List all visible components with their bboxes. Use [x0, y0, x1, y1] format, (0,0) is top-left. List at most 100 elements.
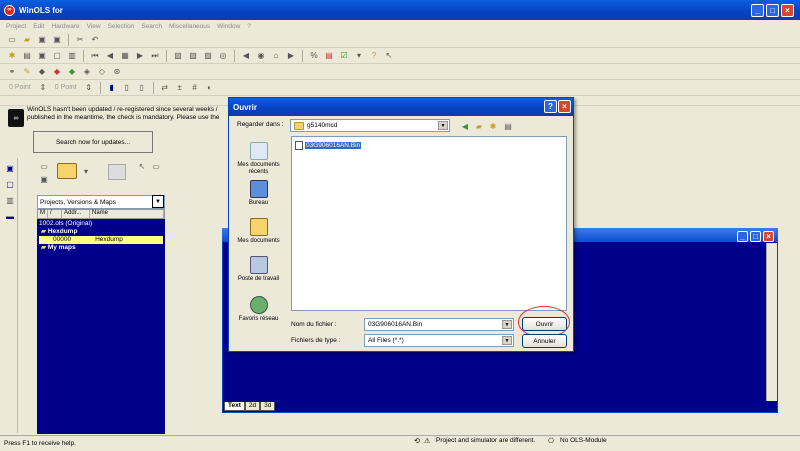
view-icon[interactable]: ▣: [4, 162, 16, 174]
tree-row-map[interactable]: 00000 Hexdump: [39, 236, 163, 244]
close-button[interactable]: ×: [781, 4, 794, 17]
cursor-icon[interactable]: ↖: [136, 160, 148, 172]
place-documents[interactable]: Mes documents: [235, 218, 282, 245]
bits-16-icon[interactable]: ▯: [121, 82, 133, 94]
window-icon[interactable]: ▢: [51, 50, 63, 62]
menu-search[interactable]: Search: [141, 23, 162, 30]
back-arrow-icon[interactable]: ◀: [459, 120, 471, 132]
column-slash[interactable]: /: [48, 210, 62, 218]
menu-help[interactable]: ?: [247, 23, 251, 30]
bits-32-icon[interactable]: ▯: [136, 82, 148, 94]
filetype-select[interactable]: All Files (*.*) ▼: [364, 334, 514, 347]
tab-2d[interactable]: 2d: [244, 402, 261, 411]
back-icon[interactable]: ◀: [240, 50, 252, 62]
tree-row-mymaps[interactable]: ▰ My maps: [39, 244, 163, 252]
dec-view-icon[interactable]: ▧: [187, 50, 199, 62]
compare-icon[interactable]: ▨: [202, 50, 214, 62]
menu-view[interactable]: View: [87, 23, 101, 30]
tag-multi-icon[interactable]: ◈: [81, 66, 93, 78]
checklist-icon[interactable]: ☑: [338, 50, 350, 62]
target-icon[interactable]: ◉: [255, 50, 267, 62]
percent-icon[interactable]: %: [308, 50, 320, 62]
spinner-icon[interactable]: ⇕: [83, 82, 95, 94]
tag-icon[interactable]: ◆: [36, 66, 48, 78]
save-icon[interactable]: ▣: [36, 34, 48, 46]
dialog-close-button[interactable]: ×: [558, 100, 571, 113]
export-project-icon[interactable]: [108, 164, 126, 180]
tag-go-icon[interactable]: ⊛: [111, 66, 123, 78]
prev-icon[interactable]: ◀: [104, 50, 116, 62]
signed-icon[interactable]: ±: [174, 82, 186, 94]
menu-project[interactable]: Project: [6, 23, 26, 30]
link-icon[interactable]: ⚭: [6, 66, 18, 78]
table-icon[interactable]: ▤: [323, 50, 335, 62]
minimize-button[interactable]: _: [751, 4, 764, 17]
chevron-down-icon[interactable]: ▼: [502, 320, 512, 329]
panel-icon[interactable]: ▥: [4, 194, 16, 206]
cancel-button[interactable]: Annuler: [522, 334, 567, 348]
disk-icon[interactable]: ▣: [36, 50, 48, 62]
menu-hardware[interactable]: Hardware: [51, 23, 79, 30]
maximize-button[interactable]: □: [766, 4, 779, 17]
column-m[interactable]: M: [38, 210, 48, 218]
tree-row-project[interactable]: 1002.ols (Original): [39, 220, 163, 228]
cut-icon[interactable]: ✂: [74, 34, 86, 46]
dialog-help-button[interactable]: ?: [544, 100, 557, 113]
help-icon[interactable]: ?: [368, 50, 380, 62]
undo-icon[interactable]: ↶: [89, 34, 101, 46]
home-icon[interactable]: ⌂: [270, 50, 282, 62]
tree-row-hexdump[interactable]: ▰ Hexdump: [39, 228, 163, 236]
point-button-2[interactable]: 0 Point: [52, 84, 80, 91]
chevron-down-icon[interactable]: ▼: [502, 336, 512, 345]
next-icon[interactable]: ▶: [134, 50, 146, 62]
place-recent[interactable]: Mes documents récents: [235, 142, 282, 176]
up-folder-icon[interactable]: ▰: [473, 120, 485, 132]
hilo-icon[interactable]: ⇄: [159, 82, 171, 94]
save-small-icon[interactable]: ▣: [38, 173, 50, 185]
page-icon[interactable]: ▭: [150, 160, 162, 172]
tag-clear-icon[interactable]: ◇: [96, 66, 108, 78]
org-icon[interactable]: ◐: [204, 82, 216, 94]
place-network[interactable]: Favoris réseau: [235, 296, 282, 323]
column-address[interactable]: Addr...: [62, 210, 90, 218]
menu-selection[interactable]: Selection: [108, 23, 135, 30]
marker-icon[interactable]: ✎: [21, 66, 33, 78]
open-project-icon[interactable]: [57, 163, 77, 179]
tag-green-icon[interactable]: ◆: [66, 66, 78, 78]
vertical-scrollbar[interactable]: [766, 243, 777, 401]
last-icon[interactable]: ⏭: [149, 50, 161, 62]
new-folder-icon[interactable]: ✱: [487, 120, 499, 132]
open-folder-icon[interactable]: ▰: [21, 34, 33, 46]
save-as-icon[interactable]: ▣: [51, 34, 63, 46]
file-list[interactable]: 03G906016AN.Bin: [291, 136, 567, 311]
wizard-icon[interactable]: ✱: [6, 50, 18, 62]
dropdown-icon[interactable]: ▾: [353, 50, 365, 62]
tag-red-icon[interactable]: ◆: [51, 66, 63, 78]
navigator-select[interactable]: Projects, Versions & Maps ▼: [37, 195, 165, 209]
grid-icon[interactable]: ▦: [119, 50, 131, 62]
child-close-button[interactable]: ×: [763, 231, 774, 242]
menu-miscellaneous[interactable]: Miscellaneous: [169, 23, 210, 30]
child-maximize-button[interactable]: □: [750, 231, 761, 242]
menu-edit[interactable]: Edit: [33, 23, 44, 30]
menu-window[interactable]: Window: [217, 23, 240, 30]
tab-text[interactable]: Text: [224, 402, 245, 411]
navigator-menu-button[interactable]: ▼: [152, 195, 164, 208]
forward-icon[interactable]: ▶: [285, 50, 297, 62]
view-menu-icon[interactable]: ▤: [502, 120, 514, 132]
frame-icon[interactable]: ▢: [4, 178, 16, 190]
child-minimize-button[interactable]: _: [737, 231, 748, 242]
search-updates-button[interactable]: Search now for updates...: [33, 131, 153, 153]
new-small-icon[interactable]: ▭: [38, 160, 50, 172]
decimal-icon[interactable]: #: [189, 82, 201, 94]
place-desktop[interactable]: Bureau: [235, 180, 282, 207]
context-help-icon[interactable]: ↖: [383, 50, 395, 62]
chevron-down-icon[interactable]: ▼: [438, 121, 448, 130]
tab-3d[interactable]: 3d: [260, 402, 276, 411]
column-name[interactable]: Name: [90, 210, 164, 218]
filename-input[interactable]: 03G906016AN.Bin ▼: [364, 318, 514, 331]
first-icon[interactable]: ⏮: [89, 50, 101, 62]
spinner-icon[interactable]: ⇕: [37, 82, 49, 94]
dropdown-arrow-icon[interactable]: ▾: [80, 165, 92, 177]
lookin-select[interactable]: g5140mcd ▼: [290, 119, 450, 132]
